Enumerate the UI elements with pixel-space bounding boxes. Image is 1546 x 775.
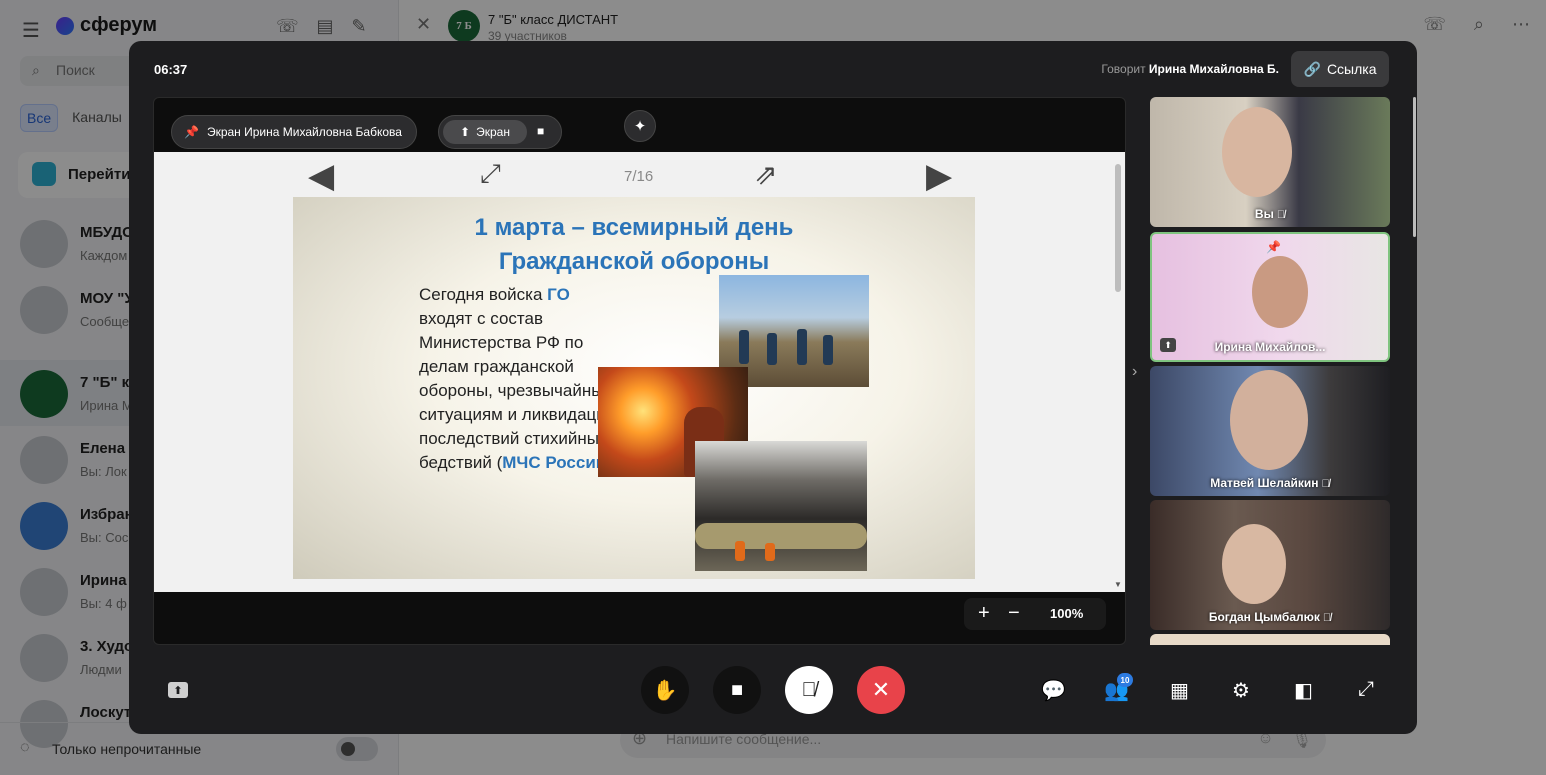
participant-tile[interactable]: Богдан Цымбалюк 🎙̸ <box>1150 500 1390 630</box>
slide-title-line1: 1 марта – всемирный день <box>474 214 794 241</box>
participant-tile-active[interactable]: 📌 ⬆ Ирина Михайлов... <box>1150 232 1390 362</box>
zoom-in-icon[interactable]: + <box>978 602 990 625</box>
participant-video <box>1230 370 1308 470</box>
next-slide-icon[interactable]: ▶ <box>926 156 952 196</box>
participants-grid: Вы 🎙̸ 📌 ⬆ Ирина Михайлов... Матвей Шелайк… <box>1149 97 1391 645</box>
screen-share-stage: 📌 Экран Ирина Михайловна Бабкова ⬆ Экран… <box>153 97 1126 645</box>
end-call-button[interactable]: ✕ <box>857 666 905 714</box>
layout-icon[interactable]: ◧ <box>1294 678 1313 703</box>
mic-off-icon: 🎙̸ <box>1321 478 1330 490</box>
speaking-indicator: Говорит Ирина Михайловна Б. <box>1101 62 1279 76</box>
link-button-label: Ссылка <box>1326 61 1377 77</box>
microphone-button[interactable]: 🎙̸ <box>785 666 833 714</box>
sparkle-icon: ✦ <box>633 118 647 135</box>
participant-name-row: Ирина Михайлов... <box>1152 340 1388 354</box>
call-controls: ⬆ ✋ ■ 🎙̸ ✕ 💬 👥 10 ▦ ⚙ ◧ ⤢ <box>129 661 1417 721</box>
grid-icon[interactable]: ▦ <box>1170 678 1189 703</box>
camera-button[interactable]: ■ <box>713 666 761 714</box>
slide-text-part1: Сегодня войска <box>419 285 548 304</box>
participant-tile[interactable]: Матвей Шелайкин 🎙̸ <box>1150 366 1390 496</box>
slide-highlight-mchs: МЧС России <box>502 453 607 472</box>
pinned-screen-pill[interactable]: 📌 Экран Ирина Михайловна Бабкова <box>171 115 417 149</box>
slide-text-part2: входят с состав Министерства РФ по делам… <box>419 309 616 472</box>
zoom-controls: + − 100% <box>964 598 1106 630</box>
hand-icon: ✋ <box>652 679 678 702</box>
link-icon: 🔗 <box>1303 60 1321 77</box>
screen-tab-label: Экран <box>476 125 510 139</box>
participant-video <box>1252 256 1308 328</box>
participant-name-row: Богдан Цымбалюк 🎙̸ <box>1150 610 1390 624</box>
participants-scrollbar[interactable] <box>1413 97 1416 237</box>
call-window: 06:37 Говорит Ирина Михайловна Б. 🔗 Ссыл… <box>129 41 1417 734</box>
participant-tile[interactable]: Вы 🎙̸ <box>1150 97 1390 227</box>
participant-name-row: Вы 🎙̸ <box>1150 207 1390 221</box>
slide-body: Сегодня войска ГО входят с состав Минист… <box>419 283 619 475</box>
slide-title-line2: Гражданской обороны <box>498 248 770 275</box>
page-indicator: 7/16 <box>624 168 654 185</box>
presentation-viewer: ◀ ⤢ 7/16 ⇗ ▶ 1 марта – всемирный день Гр… <box>154 152 1125 592</box>
zoom-out-icon[interactable]: − <box>1008 602 1020 625</box>
speaking-label: Говорит <box>1101 62 1146 76</box>
gear-icon[interactable]: ⚙ <box>1232 678 1250 703</box>
call-timer: 06:37 <box>154 62 188 77</box>
pin-icon: 📌 <box>184 125 199 139</box>
participant-video <box>1222 524 1286 604</box>
close-icon: ✕ <box>871 677 891 702</box>
speaker-name: Ирина Михайловна Б. <box>1148 62 1279 76</box>
video-camera-icon: ■ <box>730 678 744 701</box>
scrollbar-thumb[interactable] <box>1115 164 1121 292</box>
mic-off-icon: 🎙̸ <box>1276 209 1286 221</box>
participant-name: Богдан Цымбалюк <box>1208 610 1320 624</box>
participant-name: Матвей Шелайкин <box>1210 476 1319 490</box>
expand-icon[interactable]: ⤢ <box>1358 678 1374 701</box>
link-button[interactable]: 🔗 Ссылка <box>1291 51 1389 87</box>
participant-tile[interactable] <box>1150 634 1390 645</box>
raise-hand-button[interactable]: ✋ <box>641 666 689 714</box>
participant-name: Вы <box>1254 207 1274 221</box>
photo-train-fire <box>695 441 867 571</box>
slide-title: 1 марта – всемирный день Гражданской обо… <box>293 211 975 279</box>
chat-bubble-icon[interactable]: 💬 <box>1041 678 1066 703</box>
participant-name: Ирина Михайлов... <box>1214 340 1326 354</box>
screen-share-icon: ⬆ <box>460 125 471 139</box>
collapse-panel-icon[interactable]: › <box>1132 363 1137 381</box>
participants-count-badge: 10 <box>1117 673 1133 687</box>
mic-off-icon: 🎙̸ <box>801 678 817 701</box>
mic-off-icon: 🎙̸ <box>1322 612 1332 624</box>
view-switch: ⬆ Экран ■ <box>438 115 562 149</box>
zoom-level: 100% <box>1050 606 1084 621</box>
camera-tab-icon[interactable]: ■ <box>537 124 544 138</box>
scroll-down-icon[interactable]: ▼ <box>1114 580 1122 589</box>
fullscreen-icon[interactable]: ⤢ <box>480 158 501 190</box>
ai-sparkle-button[interactable]: ✦ <box>624 110 656 142</box>
viewer-scrollbar[interactable]: ▼ <box>1114 160 1122 589</box>
share-icon[interactable]: ⇗ <box>754 158 777 191</box>
slide-highlight-go: ГО <box>547 285 570 304</box>
participant-name-row: Матвей Шелайкин 🎙̸ <box>1150 476 1390 490</box>
screen-tab[interactable]: ⬆ Экран <box>443 120 527 144</box>
slide: 1 марта – всемирный день Гражданской обо… <box>293 197 975 579</box>
share-screen-icon[interactable]: ⬆ <box>168 682 188 698</box>
prev-slide-icon[interactable]: ◀ <box>308 156 334 196</box>
screen-pill-label: Экран Ирина Михайловна Бабкова <box>206 125 402 139</box>
participant-video <box>1222 107 1292 197</box>
pin-icon: 📌 <box>1266 240 1281 254</box>
